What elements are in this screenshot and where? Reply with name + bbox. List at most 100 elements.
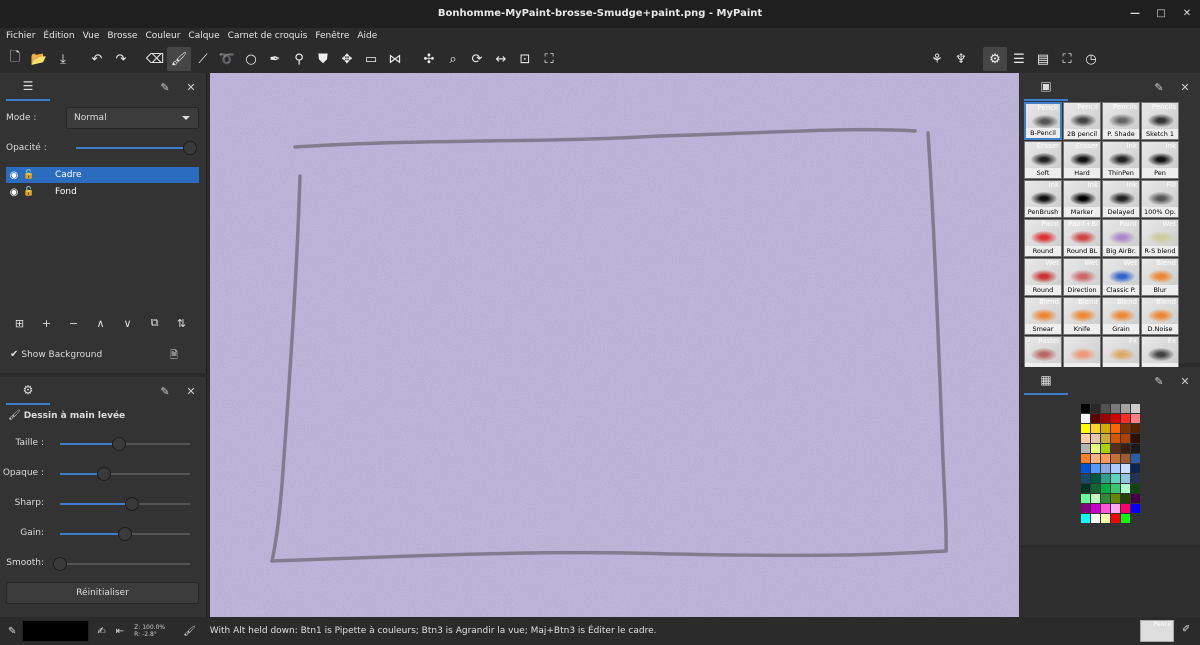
palette-swatch[interactable] — [1101, 494, 1110, 503]
brush-item[interactable]: Wet Classic P. — [1102, 258, 1140, 296]
palette-swatch[interactable] — [1121, 514, 1130, 523]
brush-item[interactable]: Blend Blur — [1141, 258, 1179, 296]
brush-item[interactable]: Eraser Hard — [1063, 141, 1101, 179]
palette-swatch[interactable] — [1081, 494, 1090, 503]
palette-swatch[interactable] — [1131, 494, 1140, 503]
palette-swatch[interactable] — [1111, 424, 1120, 433]
layer-props-icon[interactable]: ⇅ — [168, 310, 195, 336]
palette-swatch[interactable] — [1091, 434, 1100, 443]
palette-swatch[interactable] — [1111, 514, 1120, 523]
fill-icon[interactable]: ⛊ — [311, 47, 335, 71]
rotate-icon[interactable]: ⟳ — [465, 47, 489, 71]
palette-swatch[interactable] — [1131, 414, 1140, 423]
panel-close-icon[interactable]: ✕ — [1178, 80, 1192, 94]
reset-button[interactable]: Réinitialiser — [6, 582, 199, 604]
current-brush-thumb[interactable]: Pencil — [1140, 620, 1174, 642]
palette-swatch[interactable] — [1131, 404, 1140, 413]
brush-item[interactable]: Paint Big AirBr. — [1102, 219, 1140, 257]
palette-swatch[interactable] — [1121, 464, 1130, 473]
palette-swatch[interactable] — [1111, 414, 1120, 423]
duplicate-layer-icon[interactable]: ⧉ — [141, 310, 168, 336]
palette-swatch[interactable] — [1121, 474, 1130, 483]
palette-swatch[interactable] — [1121, 404, 1130, 413]
brush-item[interactable]: Blend D.Noise — [1141, 297, 1179, 335]
menu-vue[interactable]: Vue — [79, 28, 104, 45]
menu-fenetre[interactable]: Fenêtre — [311, 28, 353, 45]
palette-swatch[interactable] — [1091, 464, 1100, 473]
visible-icon[interactable]: ◉ — [6, 187, 22, 198]
unlock-icon[interactable]: 🔓 — [22, 187, 36, 197]
palette-swatch[interactable] — [1111, 474, 1120, 483]
palette-swatch[interactable] — [1131, 474, 1140, 483]
pin-icon[interactable]: ✎ — [1152, 80, 1166, 94]
brush-item[interactable]: Blend Knife — [1063, 297, 1101, 335]
pen-icon[interactable]: ✒ — [263, 47, 287, 71]
eraser-icon[interactable]: ⌫ — [143, 47, 167, 71]
palette-swatch[interactable] — [1101, 444, 1110, 453]
palette-swatch[interactable] — [1131, 464, 1140, 473]
panel-close-icon[interactable]: ✕ — [184, 80, 198, 94]
palette-swatch[interactable] — [1101, 434, 1110, 443]
reset-icon[interactable]: ⊡ — [513, 47, 537, 71]
palette-swatch[interactable] — [1081, 424, 1090, 433]
palette-swatch[interactable] — [1121, 454, 1130, 463]
sharp-slider[interactable] — [60, 497, 190, 511]
lasso-icon[interactable]: ➰ — [215, 47, 239, 71]
palette-swatch[interactable] — [1081, 464, 1090, 473]
brush-item[interactable]: Ink ThinPen — [1102, 141, 1140, 179]
layers-icon[interactable]: ☰ — [1007, 47, 1031, 71]
add-layer-icon[interactable]: + — [33, 310, 60, 336]
undo-icon[interactable]: ↶ — [85, 47, 109, 71]
brush-chooser-tab-icon[interactable]: ▣ — [1024, 73, 1068, 101]
palette-swatch[interactable] — [1091, 504, 1100, 513]
palette-swatch[interactable] — [1121, 504, 1130, 513]
palette-swatch[interactable] — [1131, 484, 1140, 493]
brush-item[interactable]: Pencils Sketch 1 — [1141, 102, 1179, 140]
layers-tab-icon[interactable]: ☰ — [6, 73, 50, 101]
brush-item[interactable]: Eraser Soft — [1024, 141, 1062, 179]
palette-swatch[interactable] — [1091, 404, 1100, 413]
scratchpad-icon[interactable]: ▤ — [1031, 47, 1055, 71]
menu-carnet[interactable]: Carnet de croquis — [224, 28, 312, 45]
edit-icon[interactable]: ✍ — [97, 626, 105, 637]
palette-swatch[interactable] — [1131, 424, 1140, 433]
layer-row-fond[interactable]: ◉ 🔓 Fond — [6, 184, 199, 200]
zoom-icon[interactable]: ⌕ — [441, 47, 465, 71]
palette-swatch[interactable] — [1091, 514, 1100, 523]
brush-item[interactable]: Wet R-S blend — [1141, 219, 1179, 257]
palette-swatch[interactable] — [1091, 454, 1100, 463]
ellipse-icon[interactable]: ○ — [239, 47, 263, 71]
layer-down-icon[interactable]: ∨ — [114, 310, 141, 336]
visible-icon[interactable]: ◉ — [6, 170, 22, 181]
palette-swatch[interactable] — [1101, 464, 1110, 473]
pin-icon[interactable]: ✎ — [1152, 374, 1166, 388]
zoom-reset-icon[interactable]: ⇤ — [116, 626, 124, 637]
brush-item[interactable]: Paint+Bl Round BL — [1063, 219, 1101, 257]
mode-select[interactable]: Normal — [66, 107, 199, 129]
palette-swatch[interactable] — [1111, 444, 1120, 453]
palette-swatch[interactable] — [1081, 414, 1090, 423]
show-background-row[interactable]: ✔ Show Background — [10, 349, 102, 360]
palette-swatch[interactable] — [1111, 484, 1120, 493]
palette-swatch[interactable] — [1121, 484, 1130, 493]
fit-icon[interactable]: ⛶ — [537, 47, 561, 71]
brush-item[interactable]: Wet Direction — [1063, 258, 1101, 296]
palette-swatch[interactable] — [1111, 404, 1120, 413]
current-color-swatch[interactable] — [22, 620, 90, 642]
panel-close-icon[interactable]: ✕ — [1178, 374, 1192, 388]
brush-item[interactable]: Ink Delayed — [1102, 180, 1140, 218]
brush-sets-icon[interactable]: ♆ — [949, 47, 973, 71]
size-slider[interactable] — [60, 437, 190, 451]
brush-item[interactable]: Pencil B-Pencil — [1024, 102, 1062, 140]
menu-brosse[interactable]: Brosse — [103, 28, 141, 45]
panel-close-icon[interactable]: ✕ — [184, 384, 198, 398]
redo-icon[interactable]: ↷ — [109, 47, 133, 71]
palette-swatch[interactable] — [1131, 454, 1140, 463]
palette-swatch[interactable] — [1101, 414, 1110, 423]
palette-swatch[interactable] — [1091, 424, 1100, 433]
opaque-slider[interactable] — [60, 467, 190, 481]
color-picker-icon[interactable]: ⚘ — [925, 47, 949, 71]
opacity-slider[interactable] — [76, 141, 197, 155]
mirror-icon[interactable]: ↔ — [489, 47, 513, 71]
menu-calque[interactable]: Calque — [184, 28, 223, 45]
